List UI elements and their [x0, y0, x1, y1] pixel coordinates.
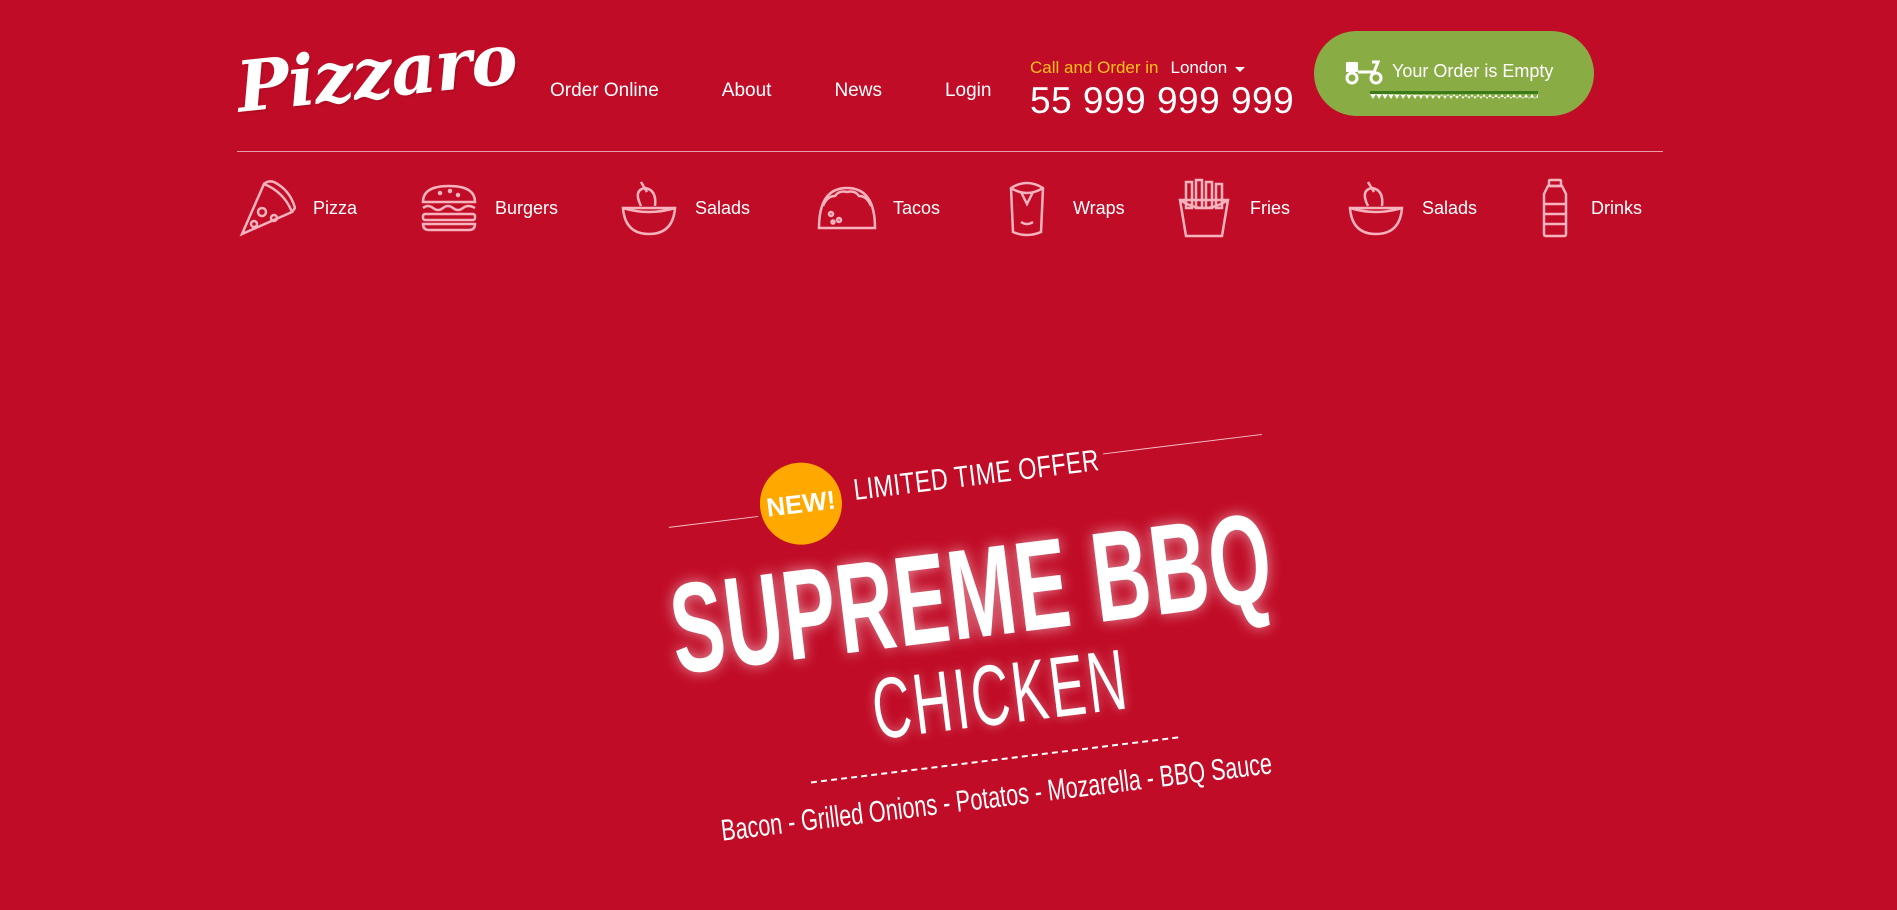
new-badge: NEW! [755, 457, 847, 550]
promo-title: SUPREME BBQ [662, 486, 1281, 702]
category-label: Burgers [495, 197, 559, 218]
category-salads[interactable]: Salads [619, 173, 750, 243]
taco-icon [817, 176, 877, 240]
category-label: Wraps [1073, 197, 1125, 218]
category-fries[interactable]: Fries [1174, 173, 1290, 243]
category-salads-2[interactable]: Salads [1346, 173, 1477, 243]
category-menu: Pizza Burgers Salads Tacos Wraps Fries S… [237, 173, 1663, 243]
caret-down-icon [1235, 66, 1246, 72]
cart-label: Your Order is Empty [1392, 61, 1554, 81]
cart-button[interactable]: Your Order is Empty [1314, 31, 1594, 116]
category-label: Pizza [313, 197, 358, 218]
main-nav: Order Online About News Login [550, 80, 991, 102]
fries-icon [1174, 176, 1234, 240]
promo-banner: NEW! LIMITED TIME OFFER SUPREME BBQ CHIC… [0, 0, 1897, 865]
promo-ingredients: Bacon - Grilled Onions - Potatos - Mozar… [719, 747, 1274, 848]
burger-icon [419, 176, 479, 240]
decor-line-left [668, 515, 759, 528]
salad-bowl-icon [1346, 176, 1406, 240]
promo-subtitle: CHICKEN [866, 631, 1134, 759]
scooter-icon [1345, 60, 1383, 85]
category-burgers[interactable]: Burgers [419, 173, 558, 243]
category-label: Salads [1422, 197, 1478, 218]
city-selector[interactable]: London [1171, 58, 1246, 78]
category-label: Fries [1250, 197, 1290, 218]
category-label: Salads [695, 197, 751, 218]
city-label: London [1170, 58, 1228, 77]
nav-news[interactable]: News [834, 80, 882, 102]
call-to-order: Call and Order in London 55 999 999 999 [1030, 58, 1294, 122]
category-pizza[interactable]: Pizza [237, 173, 357, 243]
dashed-divider [810, 736, 1179, 784]
nav-about[interactable]: About [722, 80, 772, 102]
phone-number[interactable]: 55 999 999 999 [1030, 80, 1294, 122]
nav-order-online[interactable]: Order Online [550, 80, 659, 102]
category-label: Tacos [893, 197, 941, 218]
header-divider [237, 151, 1663, 152]
nav-login[interactable]: Login [945, 80, 992, 102]
salad-bowl-icon [619, 176, 679, 240]
pizza-slice-icon [237, 176, 297, 240]
promo-content: NEW! LIMITED TIME OFFER SUPREME BBQ CHIC… [630, 370, 1361, 909]
category-label: Drinks [1591, 197, 1643, 218]
bottle-icon [1535, 176, 1575, 240]
site-logo[interactable]: Pizzaro [233, 17, 521, 129]
wrap-icon [997, 176, 1057, 240]
category-drinks[interactable]: Drinks [1535, 173, 1642, 243]
promo-tagline: LIMITED TIME OFFER [851, 444, 1102, 507]
receipt-edge-decoration [1370, 91, 1538, 99]
call-label: Call and Order in [1030, 58, 1159, 77]
decor-line-right [1103, 433, 1262, 455]
category-wraps[interactable]: Wraps [997, 173, 1125, 243]
category-tacos[interactable]: Tacos [817, 173, 940, 243]
